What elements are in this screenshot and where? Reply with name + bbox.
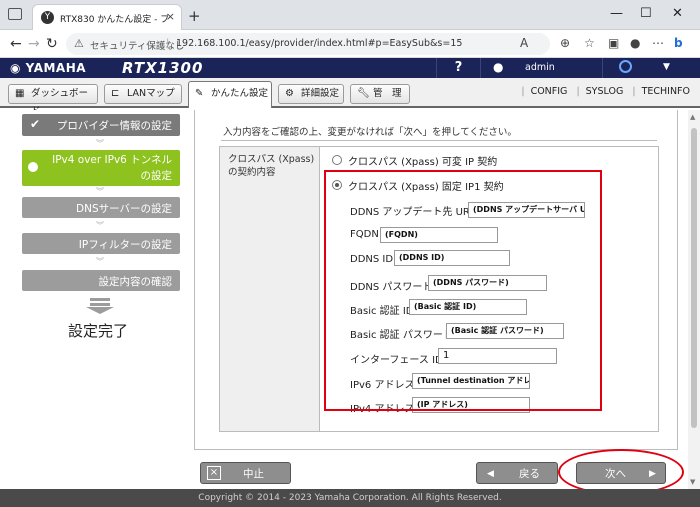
finish-label: 設定完了 (68, 322, 129, 340)
close-icon: × (207, 466, 221, 480)
reload-icon[interactable]: ↻ (46, 36, 58, 52)
step-arrow-icon: ︾ (96, 257, 104, 266)
url-text: 192.168.100.1/easy/provider/index.html#p… (176, 38, 463, 49)
yamaha-mark-icon: ◉ (10, 61, 26, 75)
maximize-icon[interactable]: ☐ (640, 6, 652, 21)
tab-close-icon[interactable]: × (166, 10, 175, 23)
read-aloud-icon[interactable]: A (520, 36, 528, 50)
scrollbar[interactable]: ▲ ▼ (688, 110, 700, 489)
user-menu[interactable]: ● admin (480, 58, 602, 78)
step-confirm: 設定内容の確認 (22, 270, 180, 291)
footer: Copyright © 2014 - 2023 Yamaha Corporati… (0, 489, 700, 507)
current-step-icon (28, 162, 38, 172)
left-arrow-icon: ◀ (487, 469, 494, 479)
tab-title: RTX830 かんたん設定 - プロバイダー (60, 15, 168, 25)
favorite-icon[interactable]: ☆ (584, 36, 595, 50)
user-name: admin (525, 62, 555, 73)
yamaha-favicon-icon: Y (41, 11, 54, 24)
help-icon[interactable]: ? (436, 58, 480, 78)
router-header: ◉ YAMAHA RTX1300 ? ● admin ▼ (0, 58, 700, 78)
check-icon: ✔ (30, 117, 41, 131)
tab-lan-map[interactable]: ⊏ LANマップ (104, 84, 182, 104)
cancel-button[interactable]: × 中止 (200, 462, 291, 484)
step-arrow-icon: ︾ (96, 187, 104, 196)
scroll-up-icon[interactable]: ▲ (690, 113, 695, 121)
syslog-link[interactable]: SYSLOG (586, 86, 624, 97)
step-arrow-icon: ︾ (96, 221, 104, 230)
wrench-icon: 🔧︎ (357, 88, 370, 99)
tab-dashboard[interactable]: ▦ダッシュボード (8, 84, 98, 117)
intro-text: 入力内容をご確認の上、変更がなければ「次へ」を押してください。 (223, 127, 517, 138)
row-label: クロスパス (Xpass) の契約内容 (220, 147, 320, 431)
profile-icon[interactable]: ● (630, 36, 640, 50)
browser-tab[interactable]: Y RTX830 かんたん設定 - プロバイダー × (32, 4, 182, 30)
yamaha-logo: ◉ YAMAHA (10, 61, 87, 75)
config-link[interactable]: CONFIG (531, 86, 568, 97)
model-name: RTX1300 (122, 59, 204, 77)
copilot-icon[interactable]: b (674, 36, 683, 50)
lan-map-icon: ⊏ (111, 88, 120, 99)
back-button[interactable]: ◀ 戻る (476, 462, 558, 484)
finish-arrow-icon (86, 298, 114, 314)
techinfo-link[interactable]: TECHINFO (642, 86, 690, 97)
easy-setup-icon: ✎ (195, 88, 204, 99)
minimize-icon[interactable]: — (610, 6, 623, 21)
tab-easy-setup[interactable]: ✎ かんたん設定 (188, 81, 272, 108)
gear-icon: ⚙ (285, 88, 294, 99)
radio-variable-ip[interactable] (332, 155, 342, 165)
forward-icon[interactable]: → (28, 36, 40, 52)
tab-management[interactable]: 🔧︎ 管 理 (350, 84, 410, 104)
warning-icon: ⚠ (74, 37, 84, 50)
step-dns: DNSサーバーの設定 (22, 197, 180, 218)
url-field[interactable]: ⚠ セキュリティ保護なし | 192.168.100.1/easy/provid… (66, 33, 550, 55)
caret-down-icon: ▼ (663, 62, 670, 72)
address-bar: ← → ↻ ⚠ セキュリティ保護なし | 192.168.100.1/easy/… (0, 30, 700, 58)
window-menu-icon[interactable] (8, 8, 22, 20)
collections-icon[interactable]: ▣ (608, 36, 619, 50)
utility-links: | CONFIG | SYSLOG | TECHINFO (521, 86, 690, 97)
option-variable-ip: クロスパス (Xpass) 可変 IP 契約 (348, 157, 498, 168)
browser-tab-bar: Y RTX830 かんたん設定 - プロバイダー × + — ☐ ✕ (0, 0, 700, 30)
highlight-box (324, 170, 602, 411)
step-provider-info: ✔ プロバイダー情報の設定 (22, 114, 180, 136)
main-menu: ▦ダッシュボード ⊏LANマップ ✎かんたん設定 ⚙詳細設定 🔧︎管 理 |CO… (0, 78, 700, 117)
zoom-icon[interactable]: ⊕ (560, 36, 570, 50)
new-tab-icon[interactable]: + (188, 7, 201, 25)
tab-advanced[interactable]: ⚙ 詳細設定 (278, 84, 344, 104)
user-icon: ● (493, 60, 504, 74)
dashboard-icon: ▦ (15, 88, 25, 99)
security-warning: セキュリティ保護なし (90, 41, 185, 52)
power-menu[interactable]: ▼ (602, 58, 700, 78)
power-icon (619, 60, 632, 73)
step-ip-filter: IPフィルターの設定 (22, 233, 180, 254)
scroll-thumb[interactable] (691, 128, 697, 428)
step-arrow-icon: ︾ (96, 139, 104, 148)
scroll-down-icon[interactable]: ▼ (690, 478, 695, 486)
close-window-icon[interactable]: ✕ (672, 6, 683, 21)
step-ipv4-over-ipv6: IPv4 over IPv6 トンネル の設定 (22, 150, 180, 186)
more-icon[interactable]: ⋯ (652, 36, 664, 50)
back-icon[interactable]: ← (10, 36, 22, 52)
divider (221, 140, 657, 141)
